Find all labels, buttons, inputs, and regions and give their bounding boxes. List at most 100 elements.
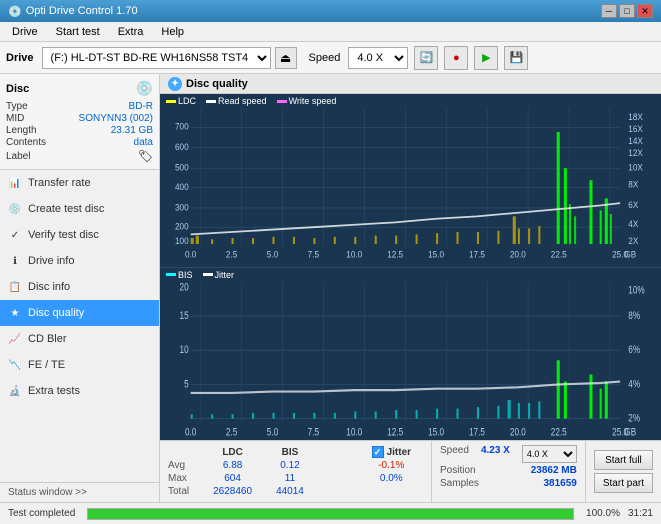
legend-jitter-label: Jitter — [215, 270, 235, 280]
extra-tests-icon: 🔬 — [8, 384, 22, 398]
disc-length-label: Length — [6, 125, 37, 136]
menu-drive[interactable]: Drive — [4, 24, 46, 40]
record-button[interactable]: ● — [444, 46, 468, 70]
position-row: Position 23862 MB — [440, 465, 577, 476]
disc-panel: Disc 💿 Type BD-R MID SONYNN3 (002) Lengt… — [0, 74, 159, 170]
stats-col-empty2 — [316, 445, 360, 459]
sidebar-item-transfer-rate[interactable]: 📊 Transfer rate — [0, 170, 159, 196]
menu-help[interactable]: Help — [153, 24, 192, 40]
menu-start-test[interactable]: Start test — [48, 24, 108, 40]
svg-text:700: 700 — [175, 121, 189, 132]
speed-dropdown[interactable]: 4.0 X — [522, 445, 577, 463]
sidebar-item-fe-te[interactable]: 📉 FE / TE — [0, 352, 159, 378]
svg-text:17.5: 17.5 — [469, 426, 485, 438]
samples-value: 381659 — [543, 478, 576, 489]
legend-bis-color — [166, 273, 176, 276]
speed-value: 4.23 X — [481, 445, 510, 463]
sidebar-item-drive-info[interactable]: ℹ Drive info — [0, 248, 159, 274]
disc-type-value: BD-R — [129, 101, 153, 112]
fe-te-icon: 📉 — [8, 358, 22, 372]
sidebar-item-disc-quality[interactable]: ★ Disc quality — [0, 300, 159, 326]
sidebar-item-verify-test-disc-label: Verify test disc — [28, 229, 99, 241]
stats-max-label: Max — [168, 472, 201, 485]
legend-ldc-label: LDC — [178, 96, 196, 106]
disc-contents-value: data — [134, 137, 153, 148]
jitter-checkbox-container: ✓ Jitter — [372, 446, 411, 458]
speed-row: Speed 4.23 X 4.0 X — [440, 445, 577, 463]
speed-label: Speed — [309, 52, 341, 64]
svg-text:4%: 4% — [628, 378, 640, 391]
app-icon: 💿 — [8, 5, 22, 18]
position-value: 23862 MB — [531, 465, 577, 476]
sidebar-item-extra-tests[interactable]: 🔬 Extra tests — [0, 378, 159, 404]
time-text: 31:21 — [628, 508, 653, 519]
svg-text:6%: 6% — [628, 343, 640, 356]
disc-info-icon: 📋 — [8, 280, 22, 294]
save-button[interactable]: 💾 — [504, 46, 528, 70]
legend-read-speed-color — [206, 100, 216, 103]
sidebar-item-verify-test-disc[interactable]: ✓ Verify test disc — [0, 222, 159, 248]
drive-select[interactable]: (F:) HL-DT-ST BD-RE WH16NS58 TST4 — [42, 47, 271, 69]
svg-text:5.0: 5.0 — [267, 426, 279, 438]
jitter-label: Jitter — [387, 447, 411, 458]
svg-text:22.5: 22.5 — [551, 249, 567, 260]
sidebar-item-disc-info-label: Disc info — [28, 281, 70, 293]
svg-text:22.5: 22.5 — [551, 426, 567, 438]
disc-contents-label: Contents — [6, 137, 46, 148]
legend-ldc-color — [166, 100, 176, 103]
eject-button[interactable]: ⏏ — [275, 47, 297, 69]
app-title: Opti Drive Control 1.70 — [26, 5, 138, 17]
titlebar-title: 💿 Opti Drive Control 1.70 — [8, 5, 138, 18]
minimize-button[interactable]: ─ — [601, 4, 617, 18]
legend-write-speed-color — [277, 100, 287, 103]
samples-label: Samples — [440, 478, 479, 489]
stats-avg-label: Avg — [168, 459, 201, 472]
chart2-container: BIS Jitter — [160, 268, 661, 441]
svg-text:GB: GB — [624, 426, 636, 438]
progress-bar — [87, 508, 574, 520]
legend-ldc: LDC — [166, 96, 196, 106]
nav-items: 📊 Transfer rate 💿 Create test disc ✓ Ver… — [0, 170, 159, 482]
maximize-button[interactable]: □ — [619, 4, 635, 18]
svg-text:2.5: 2.5 — [226, 426, 238, 438]
stats-avg-bis: 0.12 — [264, 459, 316, 472]
sidebar-item-drive-info-label: Drive info — [28, 255, 74, 267]
stats-avg-jitter: -0.1% — [360, 459, 423, 472]
jitter-checkbox[interactable]: ✓ — [372, 446, 384, 458]
sidebar-item-cd-bler[interactable]: 📈 CD Bler — [0, 326, 159, 352]
svg-text:7.5: 7.5 — [308, 426, 320, 438]
menu-extra[interactable]: Extra — [110, 24, 152, 40]
svg-text:14X: 14X — [628, 135, 643, 146]
start-part-button[interactable]: Start part — [594, 473, 653, 493]
play-button[interactable]: ▶ — [474, 46, 498, 70]
disc-panel-icon: 💿 — [136, 80, 153, 97]
stats-max-ldc: 604 — [201, 472, 264, 485]
status-window-button[interactable]: Status window >> — [0, 482, 159, 502]
sidebar-item-create-test-disc-label: Create test disc — [28, 203, 104, 215]
svg-text:2X: 2X — [628, 235, 638, 246]
sidebar-item-extra-tests-label: Extra tests — [28, 385, 80, 397]
svg-text:10.0: 10.0 — [346, 426, 362, 438]
speed-select[interactable]: 4.0 X — [348, 47, 408, 69]
svg-text:GB: GB — [624, 249, 636, 260]
disc-quality-icon: ★ — [8, 306, 22, 320]
transfer-rate-icon: 📊 — [8, 176, 22, 190]
menubar: Drive Start test Extra Help — [0, 22, 661, 42]
svg-text:5: 5 — [184, 378, 189, 391]
stats-col-empty — [168, 445, 201, 459]
legend-write-speed: Write speed — [277, 96, 337, 106]
samples-row: Samples 381659 — [440, 478, 577, 489]
refresh-button[interactable]: 🔄 — [414, 46, 438, 70]
drive-info-icon: ℹ — [8, 254, 22, 268]
sidebar-item-create-test-disc[interactable]: 💿 Create test disc — [0, 196, 159, 222]
start-full-button[interactable]: Start full — [594, 450, 653, 470]
speed-position-area: Speed 4.23 X 4.0 X Position 23862 MB Sam… — [431, 441, 585, 502]
svg-text:0.0: 0.0 — [185, 426, 197, 438]
svg-text:20.0: 20.0 — [510, 249, 526, 260]
sidebar-item-disc-info[interactable]: 📋 Disc info — [0, 274, 159, 300]
charts-area: LDC Read speed Write speed — [160, 94, 661, 440]
svg-text:17.5: 17.5 — [469, 249, 485, 260]
close-button[interactable]: ✕ — [637, 4, 653, 18]
chart2-svg: 20 15 10 5 10% 8% 6% 4% 2% 0.0 2.5 5.0 — [160, 282, 661, 439]
titlebar-controls: ─ □ ✕ — [601, 4, 653, 18]
